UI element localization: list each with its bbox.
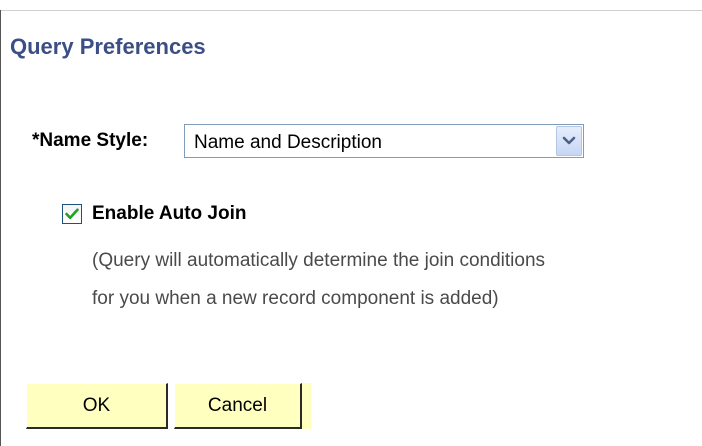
panel-top-border (0, 10, 702, 11)
ok-button[interactable]: OK (26, 383, 168, 429)
name-style-select[interactable]: Name and Description (184, 124, 584, 158)
page-title: Query Preferences (10, 34, 206, 59)
chevron-down-icon (562, 136, 576, 145)
name-style-label: *Name Style: (32, 130, 149, 151)
panel-left-border (0, 10, 1, 446)
help-line: (Query will automatically determine the … (92, 250, 546, 271)
button-bar-edge (302, 383, 311, 429)
auto-join-help-text: (Query will automatically determine the … (92, 242, 545, 318)
name-style-value: Name and Description (194, 132, 382, 153)
enable-auto-join-label[interactable]: Enable Auto Join (92, 203, 246, 225)
help-line: for you when a new record component is a… (92, 288, 499, 309)
enable-auto-join-checkbox[interactable] (62, 204, 82, 224)
checkmark-icon (65, 208, 79, 220)
dropdown-button[interactable] (556, 126, 582, 156)
cancel-button[interactable]: Cancel (174, 383, 302, 429)
